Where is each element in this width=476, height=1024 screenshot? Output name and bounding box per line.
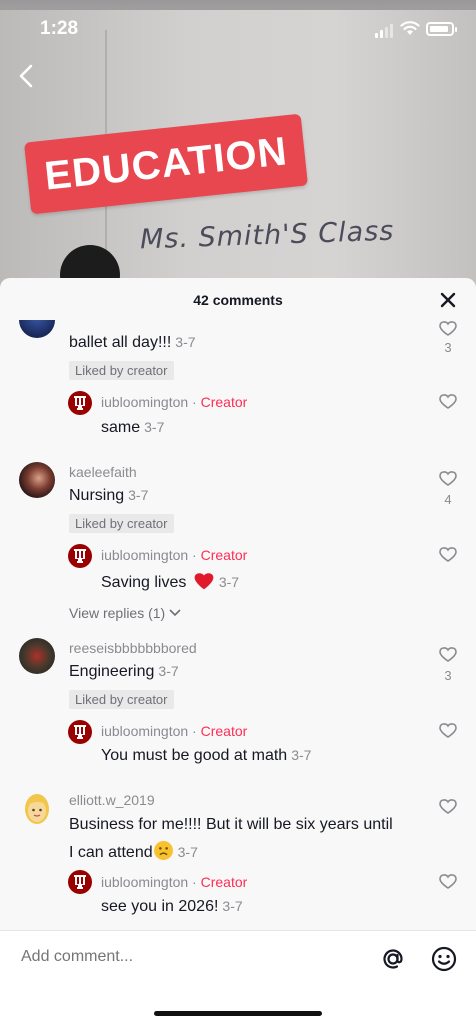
view-replies-link[interactable]: View replies (1) [69,605,181,621]
reply-body: You must be good at math [101,747,288,764]
back-arrow-icon[interactable] [14,62,40,90]
creator-label: Creator [200,394,248,410]
comment-text-line-1: Business for me!!!! But it will be six y… [69,816,393,833]
comment-body: ballet all day!!! [69,334,172,351]
frowning-face-emoji-icon [153,841,173,860]
reply-body: see you in 2026! [101,898,219,915]
chevron-down-icon [169,609,181,617]
comment-body: Nursing [69,487,125,504]
separator: · [188,723,201,739]
cellular-signal-icon [375,24,393,38]
comment-item: elliott.w_2019 Business for me!!!! But i… [0,790,476,930]
iu-logo-avatar[interactable] [68,391,92,415]
iu-trident-icon [74,549,86,563]
reply-username-line: iubloomington · Creator [101,874,247,890]
sheet-header: 42 comments [0,278,476,320]
status-bar: 1:28 [0,0,476,56]
comment-date: 3-7 [177,844,198,860]
comment-item: kaeleefaith 4 Nursing 3-7 Liked by creato… [0,462,476,638]
reply-text: see you in 2026! 3-7 [101,898,243,916]
comment-date: 3-7 [175,334,196,350]
comment-username[interactable]: elliott.w_2019 [69,792,155,808]
iu-trident-icon [74,725,86,739]
close-icon[interactable] [439,291,457,309]
reply-date: 3-7 [222,898,243,914]
avatar[interactable] [19,462,55,498]
iu-logo-avatar[interactable] [68,544,92,568]
reply-username-line: iubloomington · Creator [101,394,247,410]
comment-text-line-2: I can attend 3-7 [69,840,198,862]
comment-text: ballet all day!!! 3-7 [69,334,196,352]
comment-item: reeseisbbbbbbbored 3 Engineering 3-7 Like… [0,638,476,788]
reply-username[interactable]: iubloomington [101,547,188,563]
heart-outline-icon[interactable] [438,873,458,891]
heart-outline-icon[interactable] [438,798,458,816]
reply-text: You must be good at math 3-7 [101,747,311,765]
reply-text: Saving lives 3-7 [101,571,239,592]
home-indicator[interactable] [154,1011,322,1016]
comment-body: Engineering [69,663,155,680]
heart-outline-icon[interactable] [438,722,458,740]
separator: · [188,874,201,890]
comments-count: 42 comments [193,292,283,308]
heart-outline-icon[interactable] [438,393,458,411]
comment-date: 3-7 [158,663,179,679]
comments-sheet: 42 comments 3 ballet all day!!! 3-7 Liked… [0,278,476,1024]
creator-label: Creator [200,723,248,739]
heart-outline-icon[interactable] [438,470,458,488]
comment-list[interactable]: 3 ballet all day!!! 3-7 Liked by creator … [0,320,476,930]
reply-body: Saving lives [101,574,191,591]
avatar[interactable] [19,790,55,826]
comment-text: Nursing 3-7 [69,487,148,505]
reply-body: same [101,419,141,436]
iu-logo-avatar[interactable] [68,720,92,744]
comment-text: Engineering 3-7 [69,663,179,681]
heart-outline-icon[interactable] [438,320,458,338]
reply-username-line: iubloomington · Creator [101,547,247,563]
liked-by-creator-badge: Liked by creator [69,361,174,380]
creator-label: Creator [200,547,248,563]
reply-date: 3-7 [218,574,240,590]
reply-username[interactable]: iubloomington [101,874,188,890]
like-count: 3 [444,340,452,355]
separator: · [188,394,201,410]
comment-body: I can attend [69,844,153,861]
creator-label: Creator [200,874,248,890]
wifi-icon [400,21,420,35]
heart-outline-icon[interactable] [438,546,458,564]
reply-date: 3-7 [291,747,312,763]
comment-username[interactable]: reeseisbbbbbbbored [69,640,197,656]
liked-by-creator-badge: Liked by creator [69,514,174,533]
avatar[interactable] [19,320,55,338]
heart-outline-icon[interactable] [438,646,458,664]
reply-username[interactable]: iubloomington [101,394,188,410]
iu-trident-icon [74,875,86,889]
view-replies-label: View replies (1) [69,605,166,621]
comment-date: 3-7 [128,487,149,503]
reply-date: 3-7 [144,419,165,435]
status-time: 1:28 [40,18,79,39]
comment-username[interactable]: kaeleefaith [69,464,137,480]
like-count: 4 [444,492,452,507]
iu-logo-avatar[interactable] [68,870,92,894]
battery-icon [426,22,457,36]
add-comment-input[interactable] [21,948,321,966]
reply-username[interactable]: iubloomington [101,723,188,739]
separator: · [188,547,201,563]
reply-text: same 3-7 [101,419,164,437]
liked-by-creator-badge: Liked by creator [69,690,174,709]
like-count: 3 [444,668,452,683]
blonde-emoji-avatar-icon [25,794,49,824]
iu-trident-icon [74,396,86,410]
reply-username-line: iubloomington · Creator [101,723,247,739]
comment-input-bar [0,930,476,1024]
mention-at-icon[interactable] [379,945,407,973]
avatar[interactable] [19,638,55,674]
red-heart-emoji-icon [194,573,214,590]
comment-item: 3 ballet all day!!! 3-7 Liked by creator … [0,320,476,468]
emoji-picker-icon[interactable] [430,945,458,973]
